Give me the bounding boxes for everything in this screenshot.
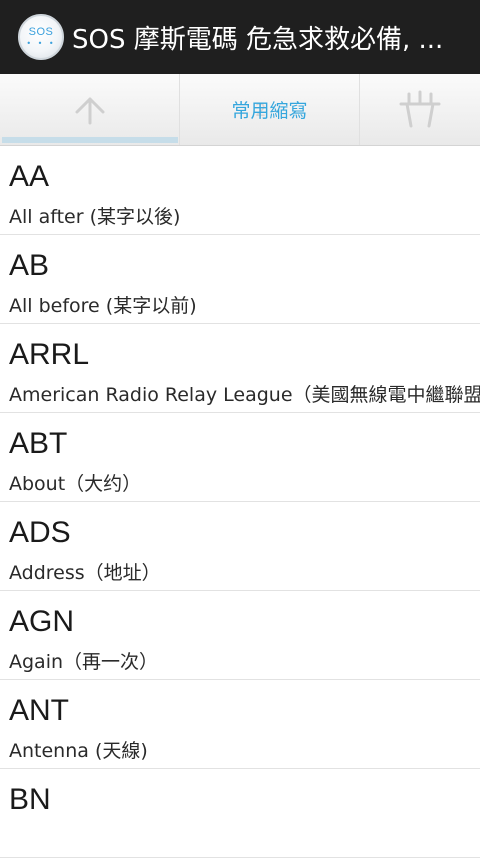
list-item[interactable]: ABT About（大约）: [0, 413, 480, 502]
tab-bar: 2 常用縮寫: [0, 74, 480, 146]
app-icon[interactable]: SOS • • •: [18, 14, 64, 60]
abbreviation-list: AA All after (某字以後) AB All before (某字以前)…: [0, 146, 480, 858]
abbreviation-meaning: Again（再一次）: [9, 651, 159, 673]
app-icon-label: SOS: [28, 25, 54, 38]
abbreviation-meaning: About（大约）: [9, 473, 142, 495]
list-item[interactable]: AA All after (某字以後): [0, 146, 480, 235]
list-item[interactable]: BN: [0, 769, 480, 858]
list-item[interactable]: AB All before (某字以前): [0, 235, 480, 324]
tab-abbreviations-label: 常用縮寫: [231, 100, 308, 122]
abbreviation: ABT: [9, 427, 68, 460]
list-item[interactable]: ADS Address（地址）: [0, 502, 480, 591]
tab-antenna[interactable]: [360, 74, 480, 145]
tab-abbreviations[interactable]: 2 常用縮寫: [180, 74, 360, 145]
list-item[interactable]: AGN Again（再一次）: [0, 591, 480, 680]
app-title: SOS 摩斯電碼 危急求救必備, ...: [72, 24, 444, 55]
abbreviation-meaning: All before (某字以前): [9, 295, 197, 317]
abbreviation: ADS: [9, 516, 71, 549]
abbreviation: BN: [9, 783, 51, 816]
app-icon-dots: • • •: [26, 38, 56, 48]
antenna-icon: [399, 90, 441, 127]
tab-home[interactable]: [0, 74, 180, 145]
abbreviation: AGN: [9, 605, 75, 638]
list-item[interactable]: ANT Antenna (天線): [0, 680, 480, 769]
abbreviation-meaning: Address（地址）: [9, 562, 161, 584]
selected-tab-indicator: [2, 137, 178, 143]
list-item[interactable]: ARRL American Radio Relay League（美國無線電中繼…: [0, 324, 480, 413]
action-bar: SOS • • • SOS 摩斯電碼 危急求救必備, ...: [0, 0, 480, 74]
abbreviation-meaning: All after (某字以後): [9, 206, 181, 228]
abbreviation: ANT: [9, 694, 69, 727]
abbreviation-meaning: American Radio Relay League（美國無線電中繼聯盟）: [9, 384, 480, 406]
abbreviation: AA: [9, 160, 50, 193]
arrow-up-icon: [75, 97, 104, 124]
abbreviation: AB: [9, 249, 50, 282]
abbreviation: ARRL: [9, 338, 90, 371]
abbreviation-meaning: Antenna (天線): [9, 740, 148, 762]
